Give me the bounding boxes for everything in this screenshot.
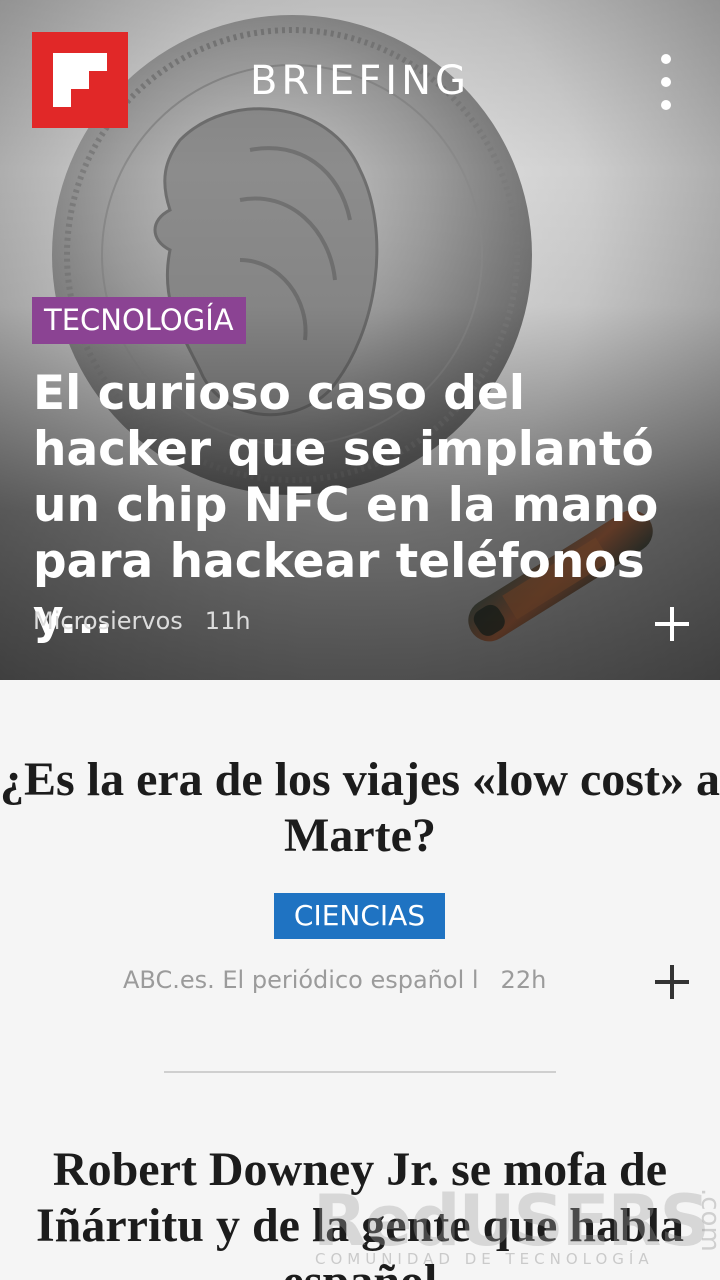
article-meta: ABC.es. El periódico español l 22h — [123, 966, 546, 994]
menu-dot — [661, 100, 671, 110]
article-headline[interactable]: Robert Downey Jr. se mofa de Iñárritu y … — [0, 1142, 720, 1280]
overflow-menu-icon[interactable] — [646, 54, 686, 110]
hero-meta: Microsiervos 11h — [33, 607, 251, 635]
divider — [164, 1071, 556, 1073]
hero-headline[interactable]: El curioso caso del hacker que se implan… — [33, 366, 673, 646]
menu-dot — [661, 54, 671, 64]
menu-dot — [661, 77, 671, 87]
article-source[interactable]: ABC.es. El periódico español l — [123, 966, 479, 994]
hero-article[interactable]: BRIEFING TECNOLOGÍA El curioso caso del … — [0, 0, 720, 680]
category-tag-tecnologia[interactable]: TECNOLOGÍA — [32, 297, 246, 344]
article-headline[interactable]: ¿Es la era de los viajes «low cost» a Ma… — [0, 752, 720, 864]
category-tag-ciencias[interactable]: CIENCIAS — [274, 893, 445, 939]
plus-icon[interactable] — [655, 607, 689, 641]
hero-source[interactable]: Microsiervos — [33, 607, 183, 635]
article-time: 22h — [500, 966, 547, 994]
app-title: BRIEFING — [249, 58, 471, 104]
plus-icon[interactable] — [655, 965, 689, 999]
hero-time: 11h — [204, 607, 251, 635]
